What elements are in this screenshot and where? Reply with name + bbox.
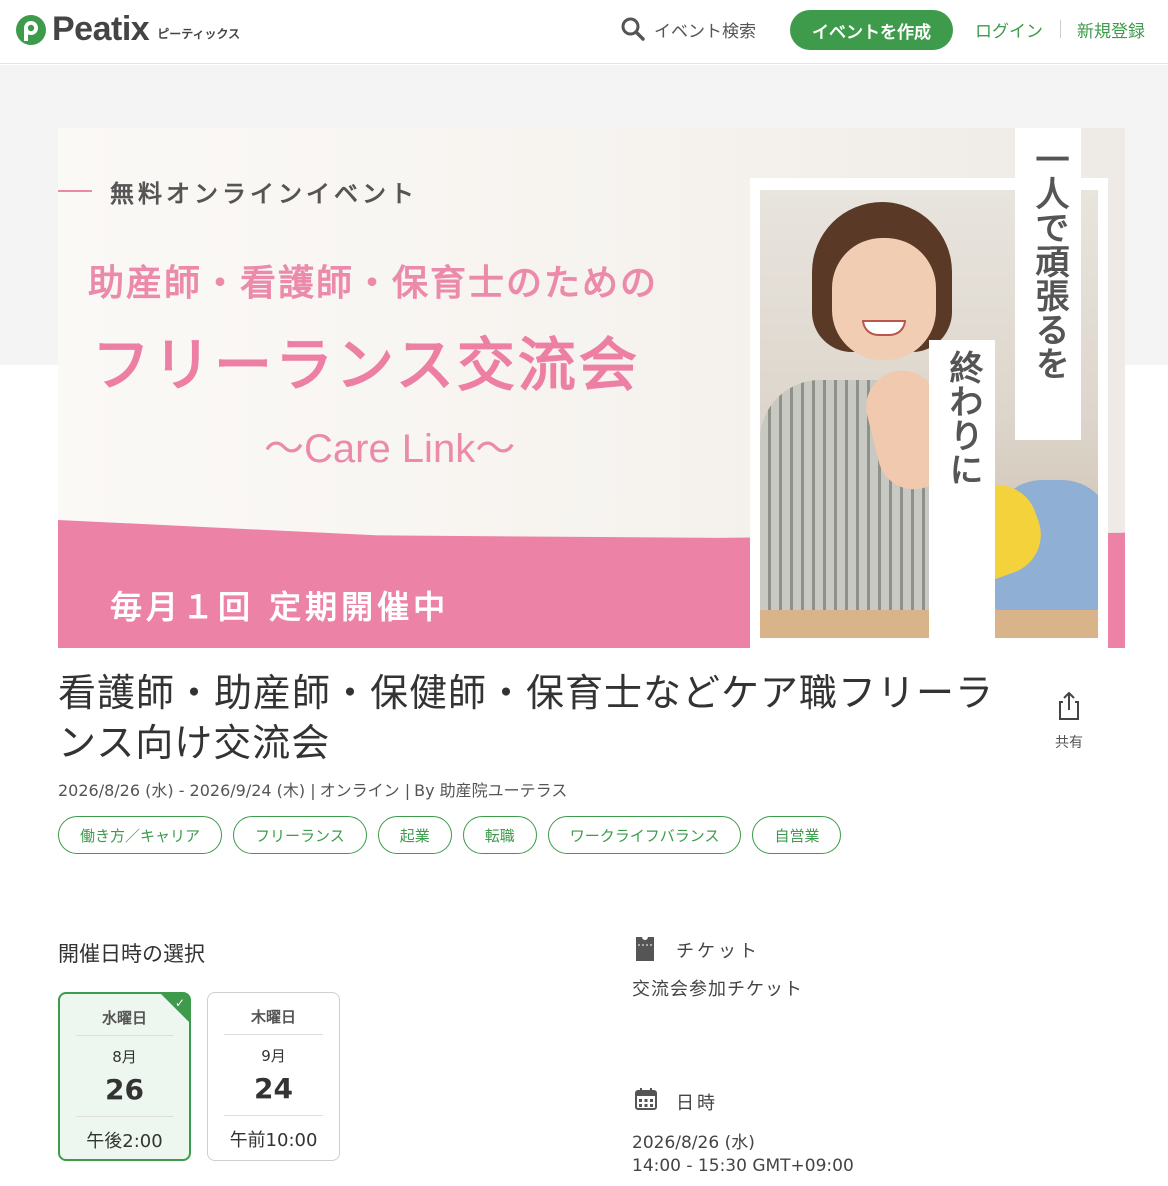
check-icon: ✓ xyxy=(174,996,185,1010)
date-time: 午前10:00 xyxy=(224,1115,323,1152)
datetime-time: 14:00 - 15:30 GMT+09:00 xyxy=(632,1156,854,1176)
signup-link[interactable]: 新規登録 xyxy=(1077,17,1145,42)
banner-pink-text: 毎月１回 定期開催中 xyxy=(110,588,450,626)
tag-list: 働き方／キャリア フリーランス 起業 転職 ワークライフバランス 自営業 xyxy=(58,816,842,854)
ticket-label: チケット xyxy=(676,941,760,962)
event-search-label: イベント検索 xyxy=(654,21,756,42)
create-event-button[interactable]: イベントを作成 xyxy=(790,10,953,50)
tag-freelance[interactable]: フリーランス xyxy=(233,816,367,854)
banner-vertical-text-2: 終わりに xyxy=(943,350,983,486)
date-month: 8月 xyxy=(112,1048,137,1066)
nav-divider xyxy=(1060,20,1061,38)
date-month: 9月 xyxy=(261,1047,286,1065)
search-icon xyxy=(621,17,645,41)
photo-woman-face xyxy=(832,238,936,360)
event-search-link[interactable]: イベント検索 xyxy=(620,16,756,42)
datetime-label: 日時 xyxy=(676,1093,718,1114)
banner-subtitle: 助産師・看護師・保育士のための xyxy=(88,263,659,304)
date-weekday: 木曜日 xyxy=(224,993,323,1035)
date-time: 午後2:00 xyxy=(76,1116,173,1153)
event-date-range: 2026/8/26 (水) - 2026/9/24 (木) | xyxy=(58,781,316,800)
peatix-logo-icon xyxy=(14,13,48,47)
ticket-icon xyxy=(634,935,656,967)
site-header: Peatix ピーティックス イベント検索 イベントを作成 ログイン 新規登録 xyxy=(0,0,1168,64)
banner-small-heading: 無料オンラインイベント xyxy=(110,180,418,208)
login-link[interactable]: ログイン xyxy=(975,17,1043,42)
date-option-aug-26[interactable]: ✓ 水曜日 8月 26 午後2:00 xyxy=(58,992,191,1161)
event-banner-image: 無料オンラインイベント 助産師・看護師・保育士のための フリーランス交流会 〜C… xyxy=(58,128,1125,648)
event-title: 看護師・助産師・保健師・保育士などケア職フリーランス向け交流会 xyxy=(58,671,995,765)
date-day: 26 xyxy=(105,1073,144,1106)
tag-work-career[interactable]: 働き方／キャリア xyxy=(58,816,223,854)
date-weekday: 水曜日 xyxy=(76,994,173,1036)
event-meta: 2026/8/26 (水) - 2026/9/24 (木) | オンライン | … xyxy=(58,777,567,801)
tag-work-life-balance[interactable]: ワークライフバランス xyxy=(547,816,742,854)
banner-care-link: 〜Care Link〜 xyxy=(264,427,516,471)
event-location: オンライン | xyxy=(319,781,411,800)
event-organizer-link[interactable]: By 助産院ユーテラス xyxy=(414,777,567,801)
tag-self-employed[interactable]: 自営業 xyxy=(752,816,842,854)
logo-subtext: ピーティックス xyxy=(157,27,241,41)
tag-startup[interactable]: 起業 xyxy=(377,816,452,854)
share-label: 共有 xyxy=(1055,735,1083,751)
ticket-name: 交流会参加チケット xyxy=(632,979,803,1000)
share-icon xyxy=(1059,691,1079,720)
banner-title: フリーランス交流会 xyxy=(92,331,640,399)
datetime-date: 2026/8/26 (水) xyxy=(632,1133,755,1153)
peatix-logo[interactable]: Peatix ピーティックス xyxy=(14,10,240,49)
date-option-sep-24[interactable]: 木曜日 9月 24 午前10:00 xyxy=(207,992,340,1161)
banner-vertical-text-1: 一人で頑張るを xyxy=(1029,142,1069,380)
share-button[interactable]: 共有 xyxy=(1045,690,1093,752)
banner-accent-line xyxy=(58,190,92,192)
date-selection-heading: 開催日時の選択 xyxy=(58,942,205,966)
logo-text: Peatix xyxy=(52,10,150,48)
tag-job-change[interactable]: 転職 xyxy=(462,816,537,854)
date-day: 24 xyxy=(254,1072,293,1105)
calendar-icon xyxy=(634,1087,658,1115)
